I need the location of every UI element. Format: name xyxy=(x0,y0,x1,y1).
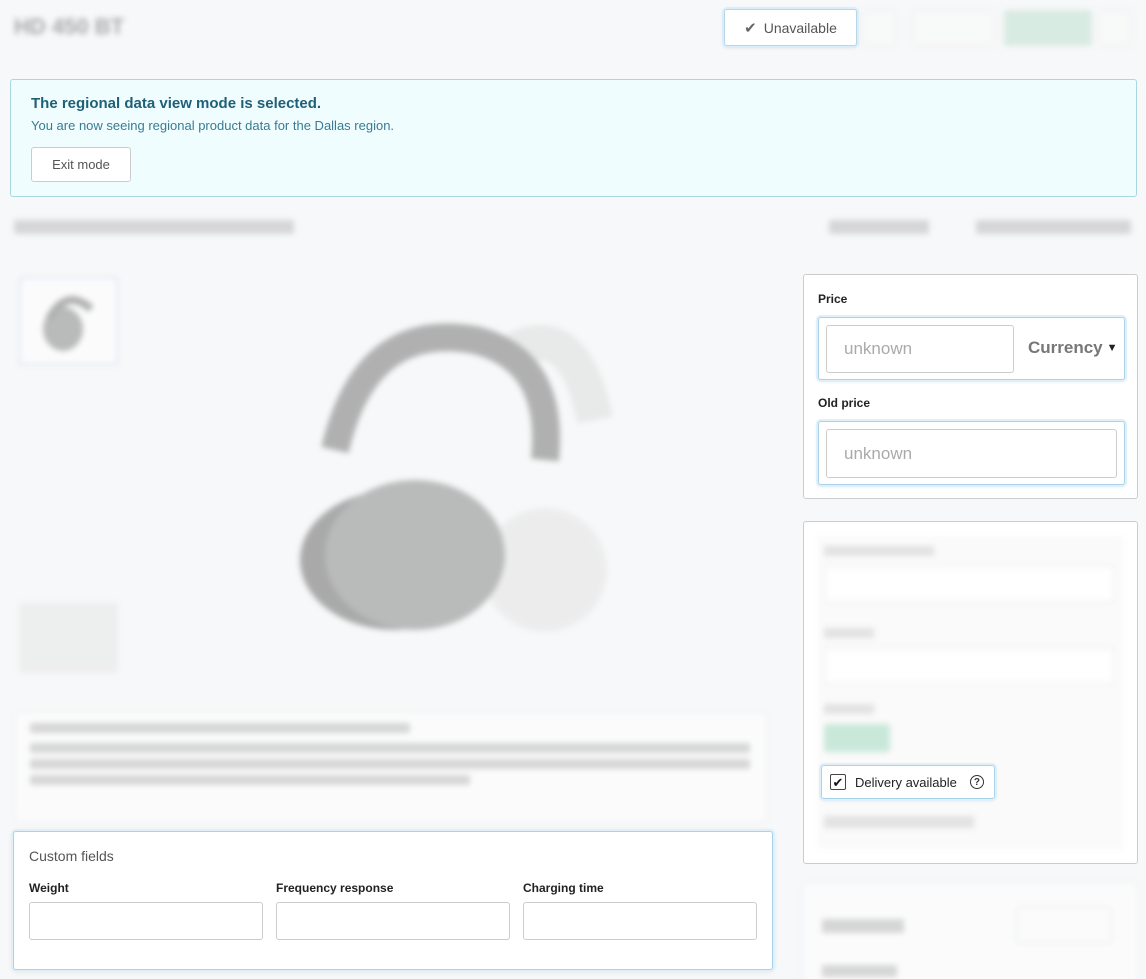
delivery-checkbox[interactable]: ✔ xyxy=(830,774,846,790)
product-title: HD 450 BT xyxy=(14,14,125,39)
delivery-label: Delivery available xyxy=(855,774,957,790)
charging-time-label: Charging time xyxy=(523,881,604,895)
preview-button[interactable] xyxy=(912,10,996,46)
categories-panel xyxy=(803,882,1138,979)
price-panel: Price Currency ▼ Old price xyxy=(803,274,1138,499)
preview-link[interactable] xyxy=(829,220,929,234)
delivery-available-option[interactable]: ✔ Delivery available ? xyxy=(821,765,995,799)
headphones-image-icon xyxy=(300,323,613,632)
weight-label: Weight xyxy=(29,881,69,895)
more-options-button[interactable] xyxy=(862,10,896,46)
price-field-group: Currency ▼ xyxy=(818,317,1125,380)
product-main-image[interactable] xyxy=(215,280,685,680)
notice-text: You are now seeing regional product data… xyxy=(31,118,395,133)
product-description[interactable] xyxy=(15,712,767,822)
old-price-input[interactable] xyxy=(826,429,1117,478)
availability-status-label: Unavailable xyxy=(763,19,837,36)
frequency-response-label: Frequency response xyxy=(276,881,394,895)
custom-fields-title: Custom fields xyxy=(29,848,114,864)
charging-time-input[interactable] xyxy=(523,902,757,940)
currency-label: Currency xyxy=(1028,338,1103,357)
weight-input[interactable] xyxy=(29,902,263,940)
product-url-link[interactable] xyxy=(14,220,294,234)
notice-title: The regional data view mode is selected. xyxy=(31,95,322,112)
old-price-label: Old price xyxy=(818,396,871,410)
image-thumbnail[interactable] xyxy=(19,277,118,365)
frequency-response-input[interactable] xyxy=(276,902,510,940)
price-input[interactable] xyxy=(826,325,1014,373)
availability-status-button[interactable]: ✔ Unavailable xyxy=(724,9,857,46)
help-icon[interactable]: ? xyxy=(969,775,984,789)
old-price-field-group xyxy=(818,421,1125,485)
price-label: Price xyxy=(818,292,848,306)
dropdown-toggle-button[interactable] xyxy=(1098,10,1132,46)
currency-select[interactable]: Currency ▼ xyxy=(1028,338,1118,358)
custom-fields-panel: Custom fields Weight Frequency response … xyxy=(13,831,773,970)
add-image-button[interactable] xyxy=(19,603,118,673)
regional-mode-notice: The regional data view mode is selected.… xyxy=(10,79,1137,197)
caret-down-icon: ▼ xyxy=(1106,342,1118,354)
product-code xyxy=(976,220,1131,234)
headphones-thumbnail-icon xyxy=(43,296,94,351)
product-link-row xyxy=(14,216,1134,240)
exit-mode-button[interactable]: Exit mode xyxy=(31,147,131,182)
save-button[interactable] xyxy=(1004,10,1092,46)
check-icon: ✔ xyxy=(744,19,757,37)
product-options-panel: ✔ Delivery available ? xyxy=(803,521,1138,864)
options-blurred-content xyxy=(818,536,1123,849)
